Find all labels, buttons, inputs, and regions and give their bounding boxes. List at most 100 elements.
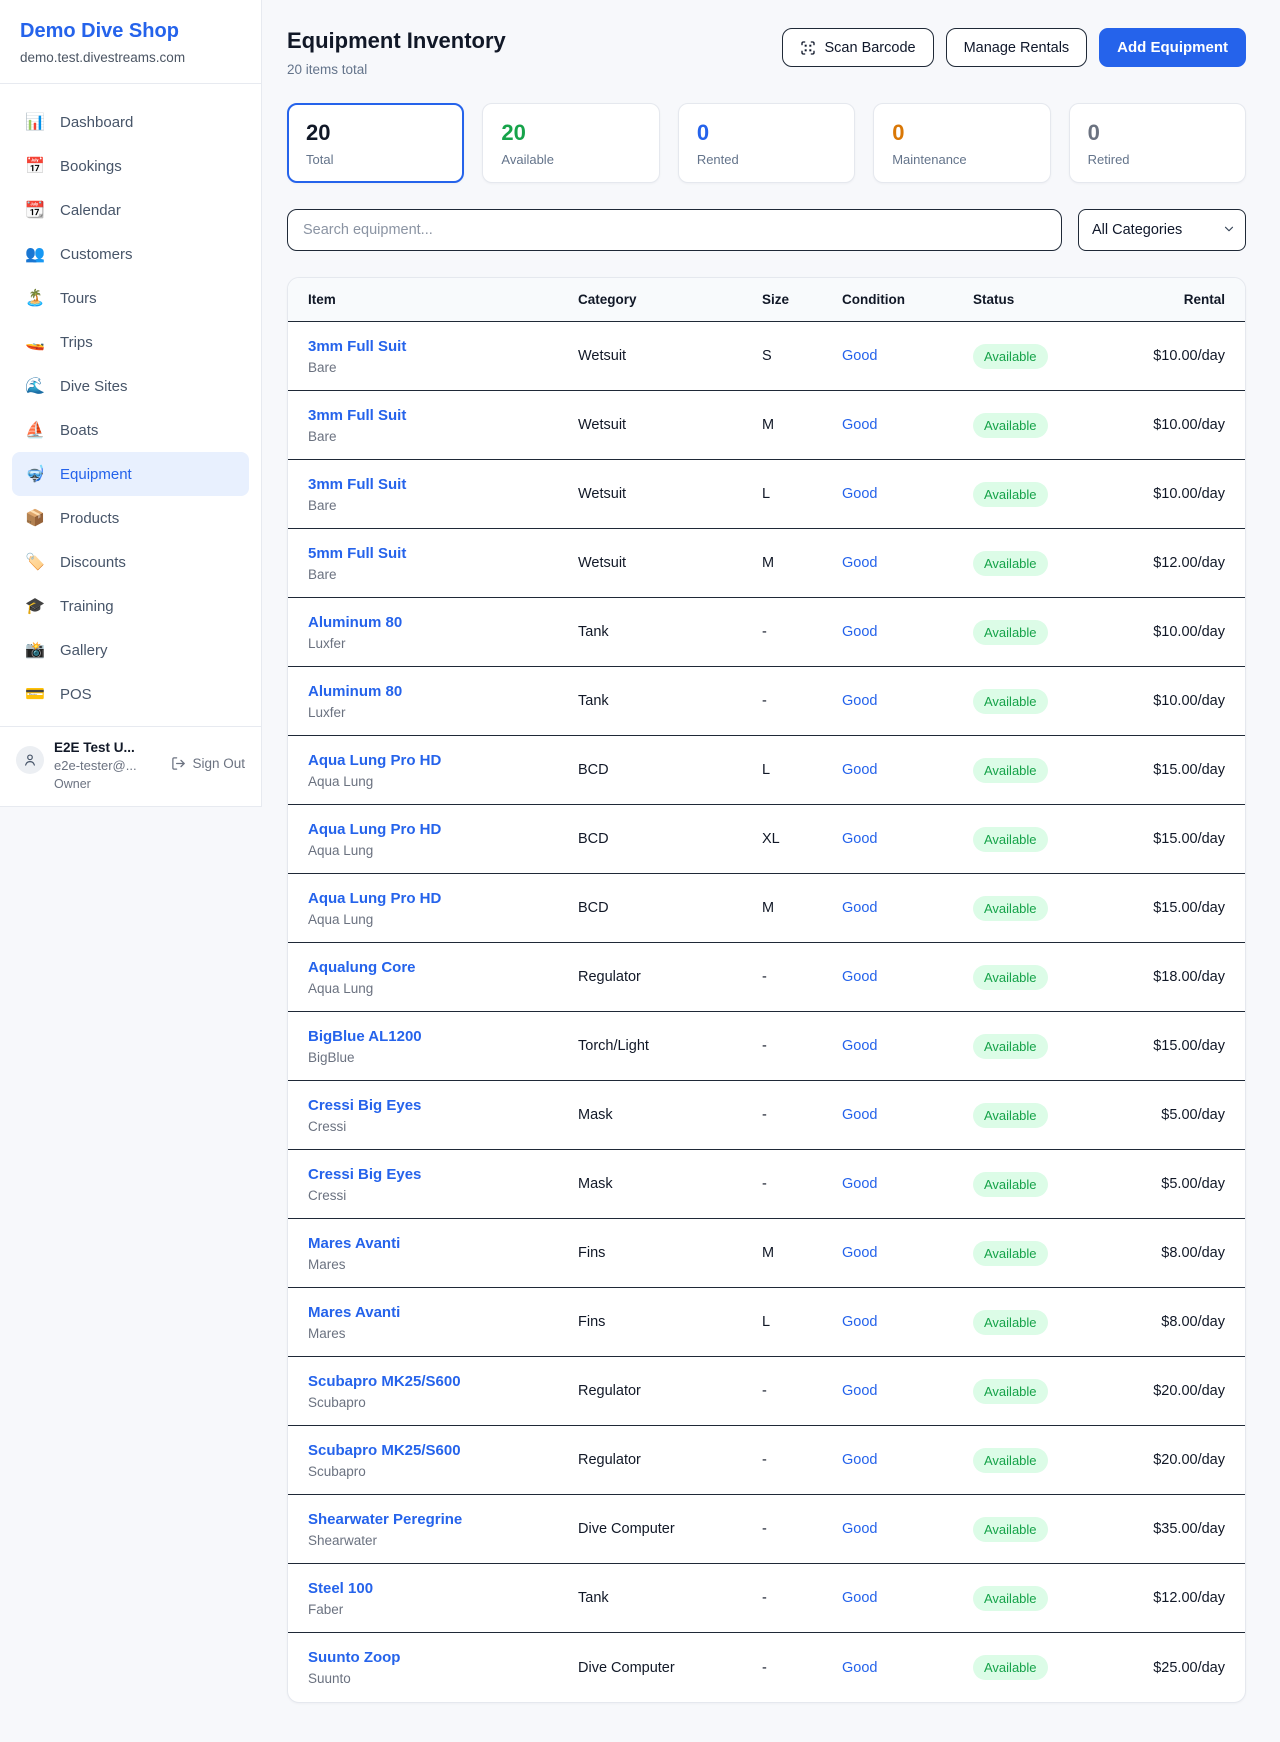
sidebar-item-dashboard[interactable]: 📊 Dashboard — [12, 100, 249, 144]
sidebar-item-customers[interactable]: 👥 Customers — [12, 232, 249, 276]
calendar-date-icon: 📅 — [24, 156, 46, 176]
category-select[interactable]: All Categories — [1078, 209, 1246, 251]
condition-cell: Good — [842, 1382, 973, 1400]
status-cell: Available — [973, 1448, 1103, 1473]
people-icon: 👥 — [24, 244, 46, 264]
rental-rate: $25.00/day — [1103, 1660, 1225, 1676]
sidebar-item-boats[interactable]: ⛵ Boats — [12, 408, 249, 452]
category-select-wrap: All Categories — [1078, 209, 1246, 251]
sidebar-item-equipment[interactable]: 🤿 Equipment — [12, 452, 249, 496]
category-cell: BCD — [578, 762, 762, 778]
condition-link[interactable]: Good — [842, 555, 877, 571]
stat-card-maintenance[interactable]: 0 Maintenance — [873, 103, 1050, 183]
condition-link[interactable]: Good — [842, 969, 877, 985]
item-name-link[interactable]: Mares Avanti — [308, 1235, 578, 1252]
search-input[interactable] — [287, 209, 1062, 251]
manage-rentals-button[interactable]: Manage Rentals — [946, 28, 1088, 67]
item-name-link[interactable]: Scubapro MK25/S600 — [308, 1442, 578, 1459]
item-brand: Bare — [308, 567, 578, 582]
size-cell: S — [762, 348, 842, 364]
condition-link[interactable]: Good — [842, 624, 877, 640]
stat-card-available[interactable]: 20 Available — [482, 103, 659, 183]
item-name-link[interactable]: Aqua Lung Pro HD — [308, 890, 578, 907]
condition-cell: Good — [842, 1244, 973, 1262]
sidebar-item-discounts[interactable]: 🏷️ Discounts — [12, 540, 249, 584]
stat-card-total[interactable]: 20 Total — [287, 103, 464, 183]
item-name-link[interactable]: 5mm Full Suit — [308, 545, 578, 562]
item-brand: Scubapro — [308, 1395, 578, 1410]
item-name-link[interactable]: BigBlue AL1200 — [308, 1028, 578, 1045]
header-actions: Scan Barcode Manage Rentals Add Equipmen… — [782, 28, 1246, 67]
item-name-link[interactable]: Aluminum 80 — [308, 614, 578, 631]
sidebar-item-products[interactable]: 📦 Products — [12, 496, 249, 540]
condition-link[interactable]: Good — [842, 1245, 877, 1261]
sidebar-item-gallery[interactable]: 📸 Gallery — [12, 628, 249, 672]
condition-link[interactable]: Good — [842, 1590, 877, 1606]
add-equipment-button[interactable]: Add Equipment — [1099, 28, 1246, 67]
condition-link[interactable]: Good — [842, 417, 877, 433]
condition-link[interactable]: Good — [842, 831, 877, 847]
condition-link[interactable]: Good — [842, 693, 877, 709]
item-name-link[interactable]: 3mm Full Suit — [308, 338, 578, 355]
condition-cell: Good — [842, 623, 973, 641]
table-row: 3mm Full Suit Bare Wetsuit S Good Availa… — [288, 322, 1245, 391]
category-cell: BCD — [578, 900, 762, 916]
item-name-link[interactable]: Shearwater Peregrine — [308, 1511, 578, 1528]
condition-link[interactable]: Good — [842, 1660, 877, 1676]
column-header-condition: Condition — [842, 292, 973, 307]
item-name-link[interactable]: 3mm Full Suit — [308, 476, 578, 493]
sidebar-item-calendar[interactable]: 📆 Calendar — [12, 188, 249, 232]
condition-link[interactable]: Good — [842, 1314, 877, 1330]
size-cell: - — [762, 1383, 842, 1399]
column-header-rental: Rental — [1103, 292, 1225, 307]
condition-cell: Good — [842, 1451, 973, 1469]
condition-link[interactable]: Good — [842, 1383, 877, 1399]
condition-link[interactable]: Good — [842, 1038, 877, 1054]
sidebar-item-pos[interactable]: 💳 POS — [12, 672, 249, 716]
item-name-link[interactable]: Aluminum 80 — [308, 683, 578, 700]
sidebar-item-dive-sites[interactable]: 🌊 Dive Sites — [12, 364, 249, 408]
table-row: Scubapro MK25/S600 Scubapro Regulator - … — [288, 1426, 1245, 1495]
item-name-link[interactable]: Aqua Lung Pro HD — [308, 821, 578, 838]
brand-block: Demo Dive Shop demo.test.divestreams.com — [0, 0, 261, 84]
sidebar-item-training[interactable]: 🎓 Training — [12, 584, 249, 628]
category-cell: Regulator — [578, 1383, 762, 1399]
sidebar-item-tours[interactable]: 🏝️ Tours — [12, 276, 249, 320]
credit-card-icon: 💳 — [24, 684, 46, 704]
item-name-link[interactable]: Cressi Big Eyes — [308, 1166, 578, 1183]
item-name-link[interactable]: 3mm Full Suit — [308, 407, 578, 424]
sailboat-icon: ⛵ — [24, 420, 46, 440]
stat-card-retired[interactable]: 0 Retired — [1069, 103, 1246, 183]
item-name-link[interactable]: Aqualung Core — [308, 959, 578, 976]
sign-out-button[interactable]: Sign Out — [171, 756, 245, 771]
condition-link[interactable]: Good — [842, 900, 877, 916]
scan-barcode-button[interactable]: Scan Barcode — [782, 28, 933, 67]
item-name-link[interactable]: Mares Avanti — [308, 1304, 578, 1321]
status-badge: Available — [973, 1586, 1048, 1611]
condition-link[interactable]: Good — [842, 1521, 877, 1537]
item-name-link[interactable]: Suunto Zoop — [308, 1649, 578, 1666]
size-cell: - — [762, 969, 842, 985]
condition-link[interactable]: Good — [842, 762, 877, 778]
condition-link[interactable]: Good — [842, 486, 877, 502]
sidebar: Demo Dive Shop demo.test.divestreams.com… — [0, 0, 262, 807]
condition-link[interactable]: Good — [842, 1176, 877, 1192]
sidebar-item-bookings[interactable]: 📅 Bookings — [12, 144, 249, 188]
item-name-link[interactable]: Cressi Big Eyes — [308, 1097, 578, 1114]
item-name-link[interactable]: Scubapro MK25/S600 — [308, 1373, 578, 1390]
condition-link[interactable]: Good — [842, 1107, 877, 1123]
item-brand: Cressi — [308, 1188, 578, 1203]
item-name-link[interactable]: Aqua Lung Pro HD — [308, 752, 578, 769]
size-cell: L — [762, 762, 842, 778]
table-row: Aqua Lung Pro HD Aqua Lung BCD M Good Av… — [288, 874, 1245, 943]
condition-link[interactable]: Good — [842, 348, 877, 364]
condition-cell: Good — [842, 968, 973, 986]
stat-card-rented[interactable]: 0 Rented — [678, 103, 855, 183]
sidebar-item-label: Dashboard — [60, 114, 133, 131]
status-badge: Available — [973, 620, 1048, 645]
condition-cell: Good — [842, 1659, 973, 1677]
table-row: Suunto Zoop Suunto Dive Computer - Good … — [288, 1633, 1245, 1702]
sidebar-item-trips[interactable]: 🚤 Trips — [12, 320, 249, 364]
item-name-link[interactable]: Steel 100 — [308, 1580, 578, 1597]
condition-link[interactable]: Good — [842, 1452, 877, 1468]
